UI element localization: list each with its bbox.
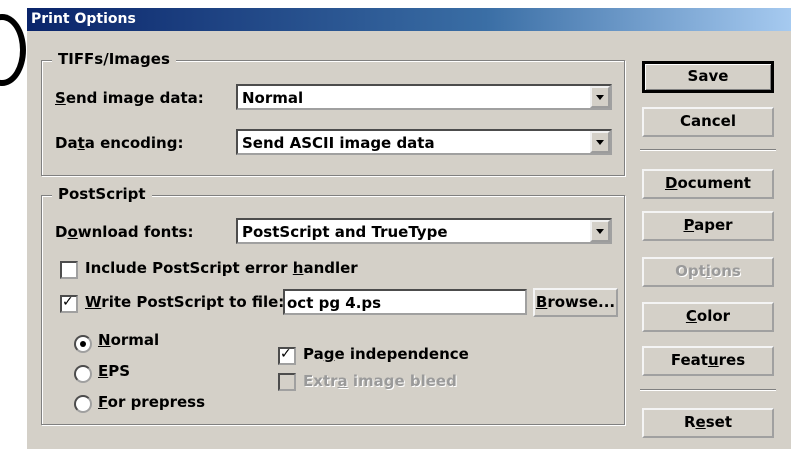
cropped-graphic-edge: [0, 14, 26, 86]
radio-normal-label: Normal: [98, 331, 160, 349]
print-options-dialog: Print Options TIFFs/Images Send image da…: [27, 8, 791, 449]
save-button[interactable]: Save: [642, 61, 774, 93]
chevron-down-icon[interactable]: [590, 131, 610, 153]
button-separator: [640, 149, 776, 151]
radio-for-prepress-label: For prepress: [98, 393, 206, 411]
options-button[interactable]: Options: [642, 257, 774, 287]
send-image-data-dropdown[interactable]: Normal: [236, 84, 612, 110]
checkmark-icon: ✓: [62, 294, 74, 310]
data-encoding-value: Send ASCII image data: [242, 134, 435, 152]
download-fonts-dropdown[interactable]: PostScript and TrueType: [236, 218, 612, 244]
tiffs-images-group: TIFFs/Images: [41, 50, 625, 176]
download-fonts-label: Download fonts:: [55, 223, 194, 241]
download-fonts-value: PostScript and TrueType: [242, 223, 448, 241]
tiffs-images-legend: TIFFs/Images: [52, 50, 176, 68]
title-bar: Print Options: [27, 8, 791, 31]
radio-normal[interactable]: [74, 335, 92, 353]
include-error-handler-checkbox[interactable]: [60, 261, 78, 279]
postscript-legend: PostScript: [52, 185, 152, 203]
extra-image-bleed-checkbox[interactable]: [278, 373, 296, 391]
include-error-handler-label: Include PostScript error handler: [85, 259, 358, 277]
chevron-down-icon[interactable]: [590, 86, 610, 108]
paper-button[interactable]: Paper: [642, 211, 774, 241]
button-separator: [640, 389, 776, 391]
page-independence-checkbox[interactable]: ✓: [278, 346, 296, 365]
reset-button[interactable]: Reset: [642, 408, 774, 438]
radio-for-prepress[interactable]: [74, 395, 92, 413]
extra-image-bleed-label: Extra image bleed: [303, 372, 457, 390]
write-to-file-label: Write PostScript to file:: [85, 293, 285, 311]
browse-button[interactable]: Browse...: [533, 288, 618, 317]
checkmark-icon: ✓: [280, 346, 292, 362]
write-to-file-checkbox[interactable]: ✓: [60, 294, 78, 313]
data-encoding-dropdown[interactable]: Send ASCII image data: [236, 129, 612, 155]
chevron-down-icon[interactable]: [590, 220, 610, 242]
file-name-value: oct pg 4.ps: [287, 294, 382, 312]
features-button[interactable]: Features: [642, 346, 774, 376]
document-button[interactable]: Document: [642, 169, 774, 199]
radio-eps-label: EPS: [98, 362, 131, 380]
file-name-input[interactable]: oct pg 4.ps: [283, 289, 527, 315]
color-button[interactable]: Color: [642, 302, 774, 332]
send-image-data-label: Send image data:: [55, 89, 204, 107]
send-image-data-value: Normal: [242, 89, 304, 107]
window-title: Print Options: [31, 11, 136, 27]
radio-selected-dot: [80, 341, 86, 347]
data-encoding-label: Data encoding:: [55, 134, 184, 152]
cancel-button[interactable]: Cancel: [642, 107, 774, 137]
page-independence-label: Page independence: [303, 345, 469, 363]
radio-eps[interactable]: [74, 365, 92, 383]
